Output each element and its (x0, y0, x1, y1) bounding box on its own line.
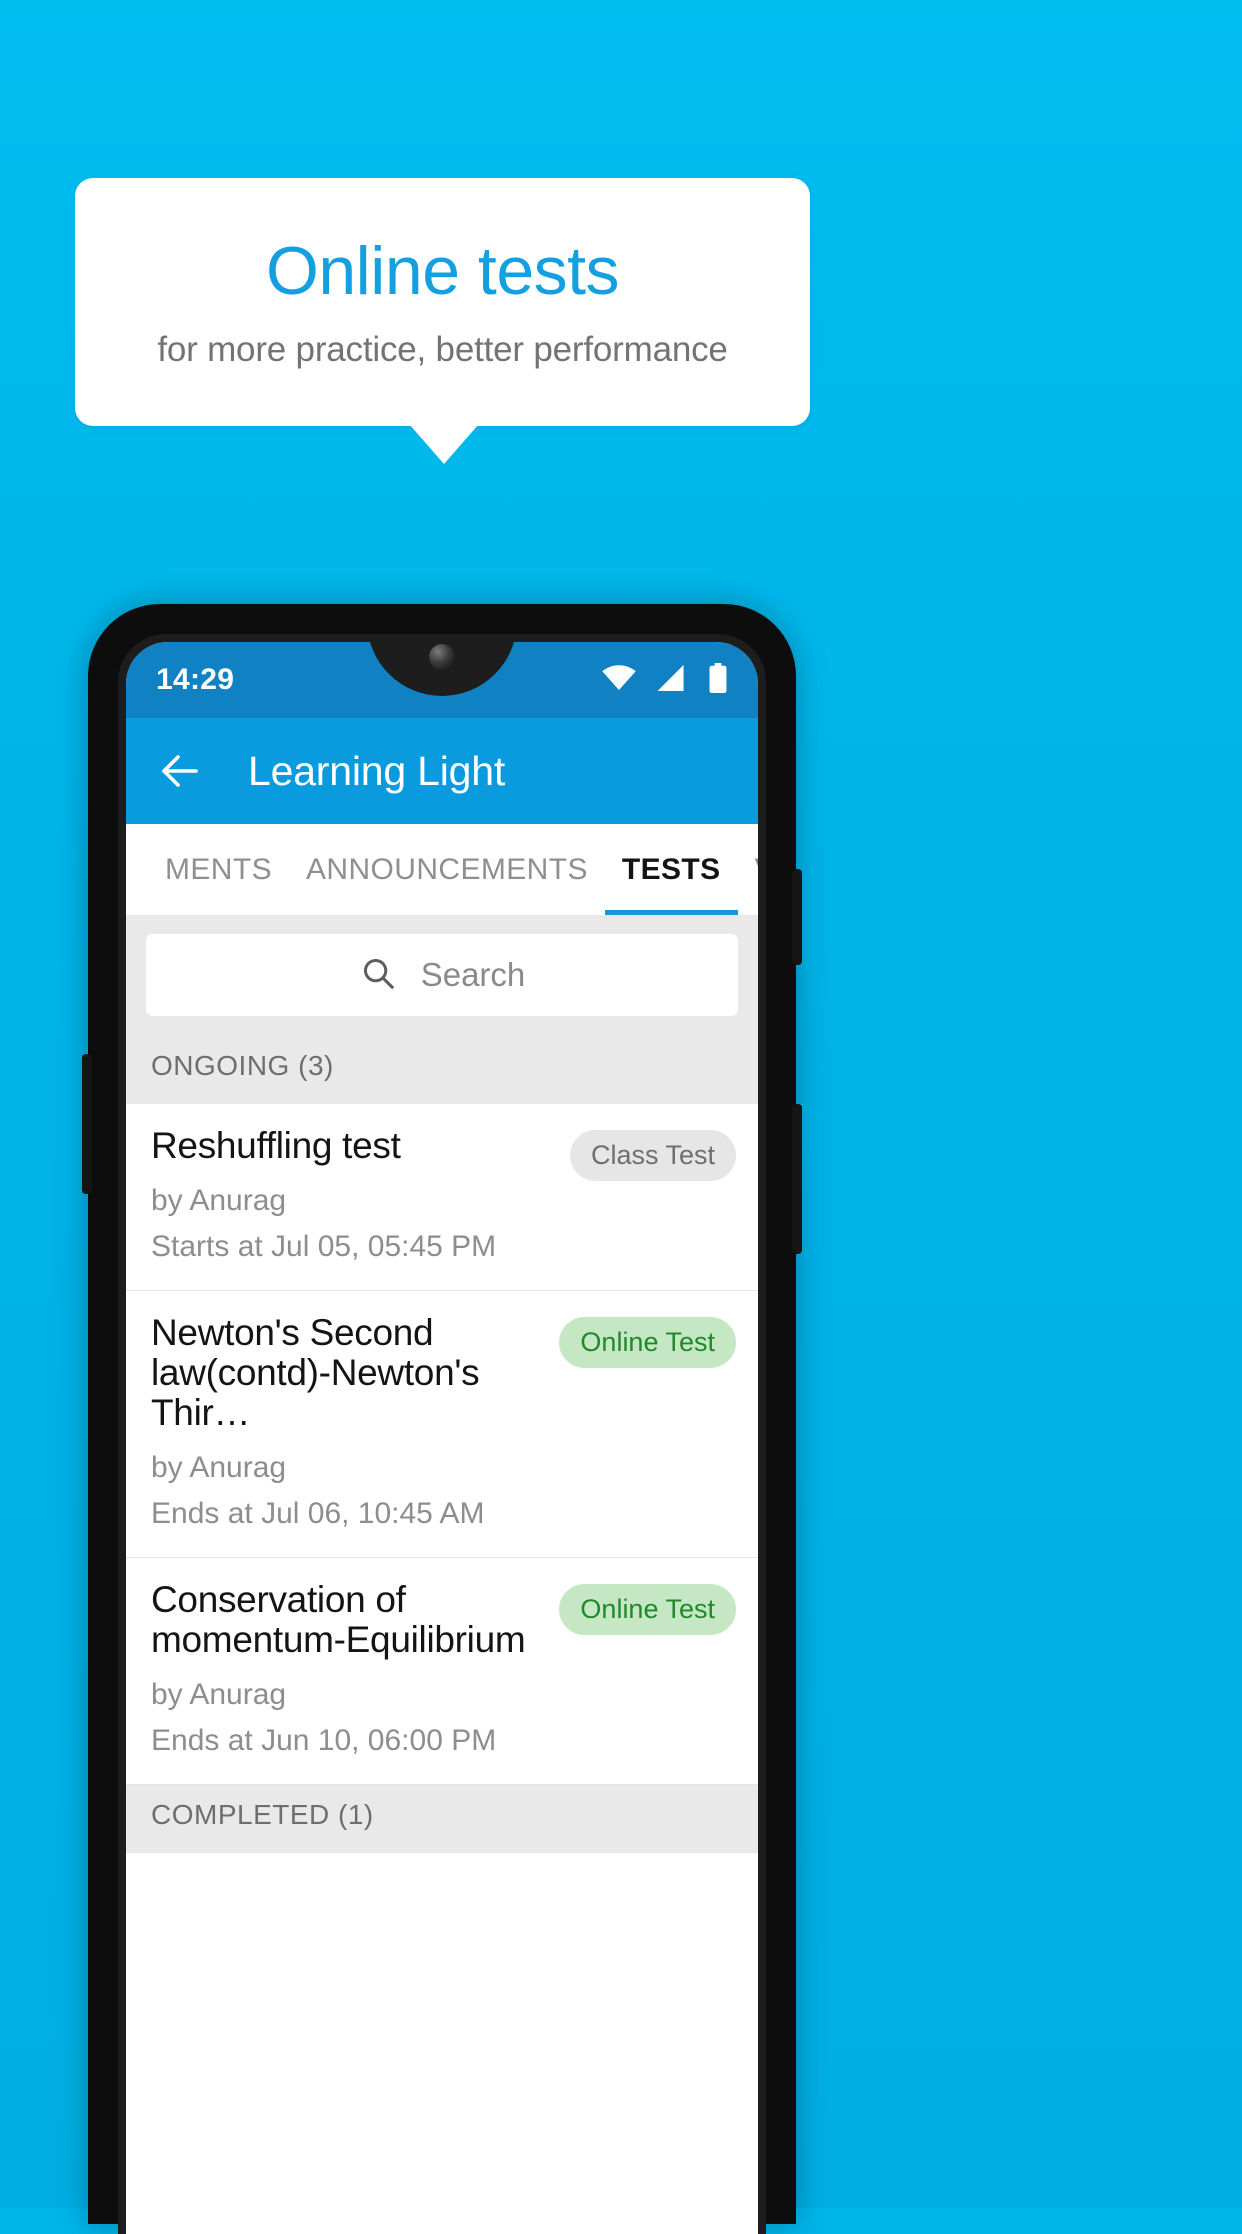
test-title: Newton's Second law(contd)-Newton's Thir… (151, 1311, 480, 1433)
test-title: Reshuffling test (151, 1125, 401, 1166)
tab-bar: MENTS ANNOUNCEMENTS TESTS VIDEOS (126, 824, 758, 916)
status-time: 14:29 (156, 663, 235, 696)
front-camera-icon (429, 644, 455, 670)
back-arrow-icon[interactable] (156, 747, 204, 795)
test-item-content: Conservation of momentum-Equilibrium by … (151, 1578, 547, 1758)
phone-device: 14:29 Learning Light MENTS ANNOUNCEMENTS… (82, 604, 802, 2234)
page-title: Online tests (265, 232, 620, 309)
tab-tests[interactable]: TESTS (604, 824, 738, 915)
test-title: Conservation of momentum-Equilibrium (151, 1578, 526, 1660)
search-input[interactable]: Search (146, 934, 738, 1016)
section-header-ongoing: ONGOING (3) (126, 1036, 758, 1104)
status-badge: Online Test (559, 1583, 736, 1635)
app-bar-title: Learning Light (248, 747, 506, 794)
bubble-tail (409, 424, 479, 464)
test-item-content: Reshuffling test by Anurag Starts at Jul… (151, 1126, 558, 1264)
test-schedule: Starts at Jul 05, 05:45 PM (151, 1229, 497, 1263)
status-badge: Class Test (569, 1130, 736, 1181)
tab-videos[interactable]: VIDEOS (738, 824, 758, 915)
test-list-item[interactable]: Newton's Second law(contd)-Newton's Thir… (126, 1290, 758, 1558)
phone-assistant-button[interactable] (82, 1054, 92, 1194)
test-author: by Anurag (151, 1450, 287, 1484)
phone-bezel: 14:29 Learning Light MENTS ANNOUNCEMENTS… (118, 634, 766, 2234)
test-item-content: Newton's Second law(contd)-Newton's Thir… (151, 1311, 547, 1531)
status-badge: Online Test (559, 1316, 736, 1368)
test-list-item[interactable]: Conservation of momentum-Equilibrium by … (126, 1557, 758, 1785)
test-list-item[interactable]: Reshuffling test by Anurag Starts at Jul… (126, 1104, 758, 1291)
tab-announcements[interactable]: ANNOUNCEMENTS (289, 824, 605, 915)
search-icon (359, 954, 397, 997)
test-author: by Anurag (151, 1677, 287, 1711)
phone-power-button[interactable] (792, 869, 802, 965)
status-bar: 14:29 (126, 642, 758, 718)
app-bar: Learning Light (126, 718, 758, 824)
wifi-icon (602, 664, 636, 696)
page-subtitle: for more practice, better performance (157, 330, 728, 370)
camera-notch (367, 642, 517, 696)
phone-volume-button[interactable] (792, 1104, 802, 1254)
signal-icon (657, 664, 687, 696)
search-placeholder: Search (420, 956, 526, 993)
test-schedule: Ends at Jun 10, 06:00 PM (151, 1723, 497, 1757)
test-author: by Anurag (151, 1183, 287, 1217)
promo-bubble: Online tests for more practice, better p… (75, 178, 810, 426)
search-area: Search (126, 916, 758, 1036)
battery-icon (708, 662, 728, 698)
tab-assignments[interactable]: MENTS (148, 824, 289, 915)
phone-screen: 14:29 Learning Light MENTS ANNOUNCEMENTS… (126, 642, 758, 2234)
status-icons (602, 662, 728, 698)
section-header-completed: COMPLETED (1) (126, 1784, 758, 1853)
test-schedule: Ends at Jul 06, 10:45 AM (151, 1496, 485, 1530)
